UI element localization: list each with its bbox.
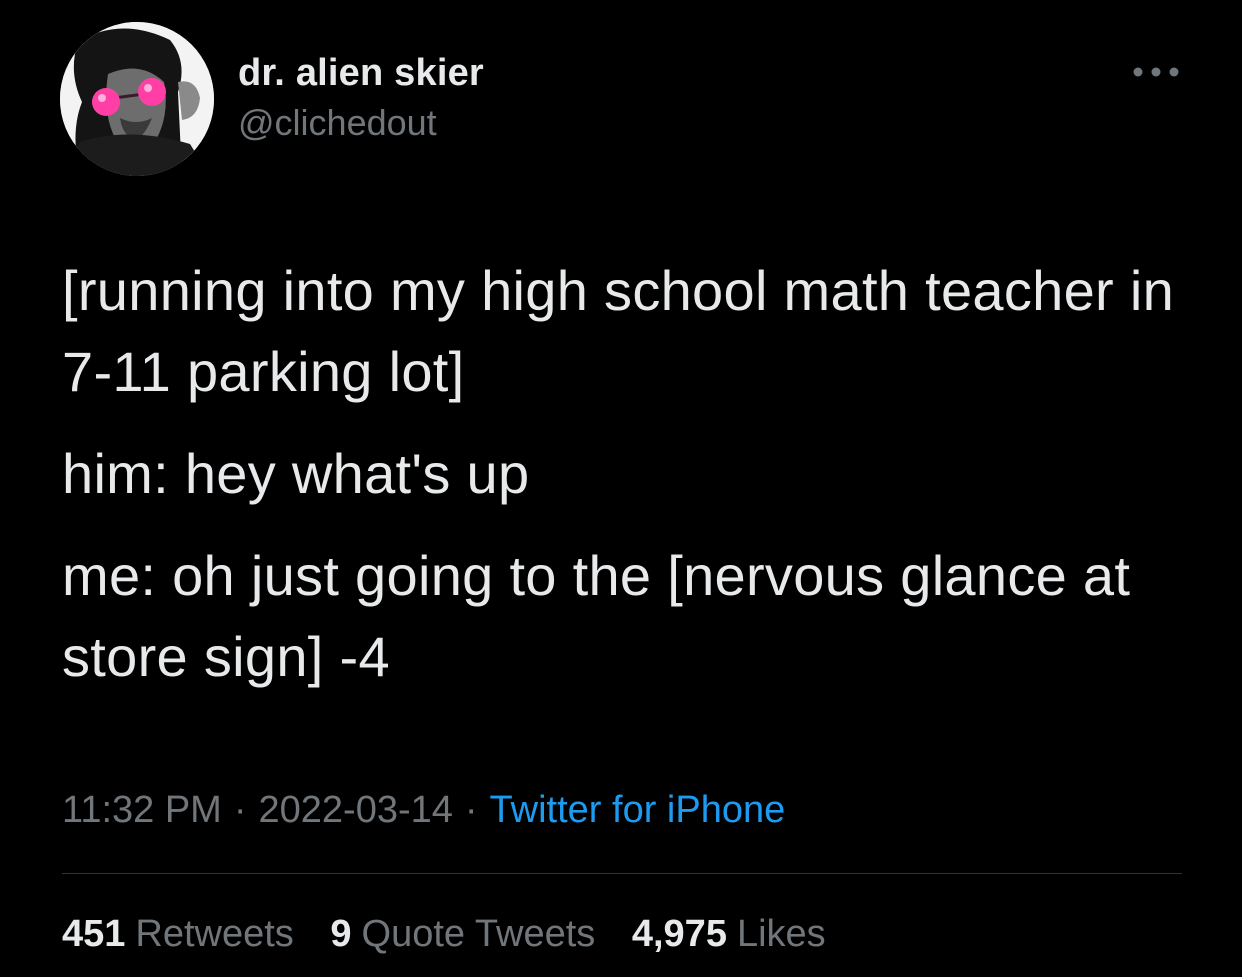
likes-label: Likes bbox=[736, 913, 826, 955]
tweet-paragraph: me: oh just going to the [nervous glance… bbox=[62, 544, 1147, 688]
retweets-label: Retweets bbox=[135, 913, 294, 955]
tweet-source-link[interactable]: Twitter for iPhone bbox=[490, 789, 786, 831]
engagement-stats: 451 Retweets 9 Quote Tweets 4,975 Likes bbox=[62, 910, 852, 958]
likes-stat[interactable]: 4,975 Likes bbox=[632, 913, 826, 955]
tweet-paragraph: him: hey what's up bbox=[62, 442, 530, 505]
avatar-photo bbox=[60, 22, 214, 176]
avatar[interactable] bbox=[60, 22, 214, 176]
meta-separator: · bbox=[233, 789, 247, 831]
tweet-metadata: 11:32 PM · 2022-03-14 · Twitter for iPhone bbox=[62, 786, 785, 834]
likes-count: 4,975 bbox=[631, 913, 727, 955]
tweet-text: [running into my high school math teache… bbox=[62, 250, 1212, 718]
meta-separator: · bbox=[464, 789, 478, 831]
quote-tweets-count: 9 bbox=[330, 913, 352, 955]
quote-tweets-stat[interactable]: 9 Quote Tweets bbox=[330, 913, 595, 955]
divider bbox=[62, 873, 1182, 874]
tweet-card: dr. alien skier @clichedout [running int… bbox=[0, 0, 1242, 977]
more-horizontal-icon bbox=[1133, 67, 1179, 77]
tweet-date[interactable]: 2022-03-14 bbox=[259, 789, 453, 831]
display-name[interactable]: dr. alien skier bbox=[238, 50, 484, 96]
author-block: dr. alien skier @clichedout bbox=[238, 50, 484, 146]
more-options-button[interactable] bbox=[1128, 54, 1184, 90]
tweet-time[interactable]: 11:32 PM bbox=[62, 789, 222, 831]
quote-tweets-label: Quote Tweets bbox=[361, 913, 596, 955]
retweets-stat[interactable]: 451 Retweets bbox=[62, 913, 294, 955]
user-handle[interactable]: @clichedout bbox=[238, 100, 484, 146]
retweets-count: 451 bbox=[62, 913, 126, 955]
tweet-paragraph: [running into my high school math teache… bbox=[62, 259, 1190, 403]
